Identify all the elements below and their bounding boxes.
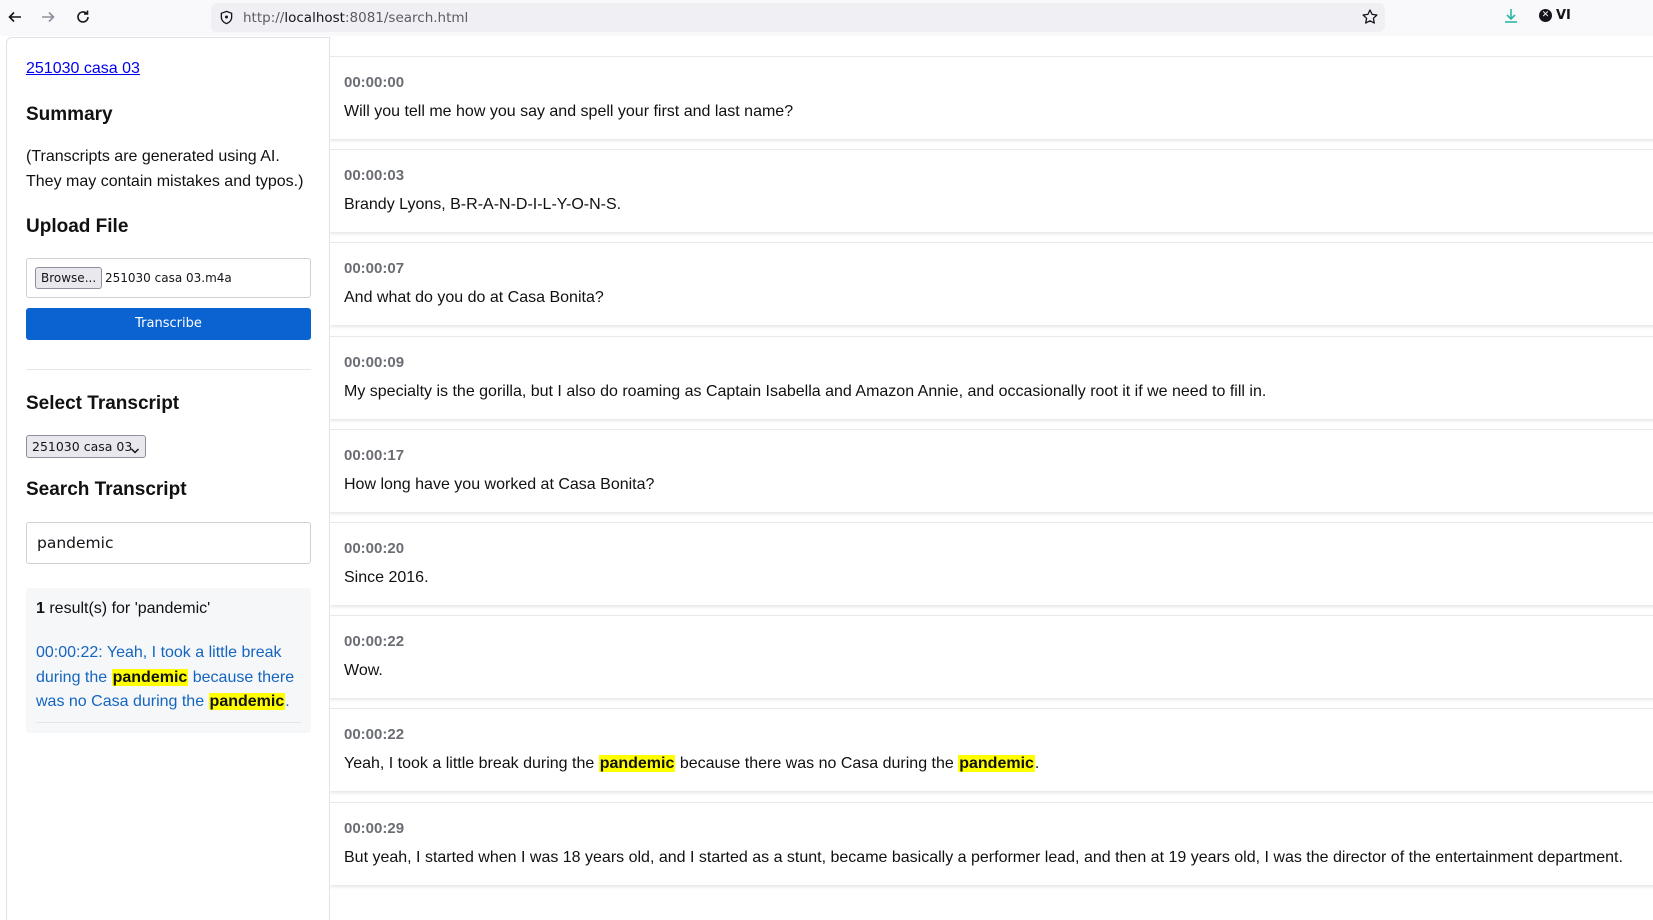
select-transcript-heading: Select Transcript [26,393,180,414]
results-count: 1 result(s) for 'pandemic' [36,600,211,617]
transcript-segment: 00:00:09 My specialty is the gorilla, but… [330,335,1653,419]
reload-icon[interactable] [72,6,94,28]
segment-text: Yeah, I took a little break during the p… [344,755,1039,773]
search-highlight: pandemic [208,693,286,710]
search-result-item[interactable]: 00:00:22: Yeah, I took a little break du… [36,641,306,715]
text-fragment: . [285,693,290,710]
transcript-segment: 00:00:20 Since 2016. [330,522,1653,605]
segment-timestamp: 00:00:07 [344,260,405,278]
segment-text: Since 2016. [344,569,429,587]
segment-text: And what do you do at Casa Bonita? [344,289,604,307]
sidebar: 251030 casa 03 Summary (Transcripts are … [6,37,330,920]
back-icon[interactable] [4,6,26,28]
transcript-select-value: 251030 casa 03 [32,439,133,454]
extension-label: VI [1556,8,1571,23]
segment-timestamp: 00:00:17 [344,446,405,464]
search-heading: Search Transcript [26,479,187,500]
search-input[interactable]: pandemic [26,522,311,564]
summary-heading: Summary [26,104,113,125]
text-fragment: And what do you do at Casa Bonita? [344,289,604,307]
segment-text: How long have you worked at Casa Bonita? [344,476,654,494]
text-fragment: But yeah, I started when I was 18 years … [344,848,1623,866]
transcript-segment: 00:00:22 Wow. [330,615,1653,699]
segment-text: But yeah, I started when I was 18 years … [344,849,1623,867]
transcript-segment: 00:00:17 How long have you worked at Casa… [330,428,1653,512]
text-fragment: Wow. [344,662,383,680]
close-circle-icon: ✕ [1539,9,1552,22]
transcript-segment: 00:00:00 Will you tell me how you say and… [330,56,1653,139]
browser-toolbar: http://localhost:8081/search.html ✕ VI [0,0,1653,36]
text-fragment: Will you tell me how you say and spell y… [344,103,794,120]
search-highlight: pandemic [958,755,1035,773]
segment-timestamp: 00:00:22 [344,633,405,651]
text-fragment: . [1034,755,1040,773]
ai-disclaimer: (Transcripts are generated using AI. The… [26,148,304,190]
transcribe-button[interactable]: Transcribe [26,308,311,340]
text-fragment: Yeah, I took a little break during the [344,755,599,773]
text-fragment: Since 2016. [344,569,429,586]
search-highlight: pandemic [111,668,189,686]
chevron-down-icon [130,441,140,462]
text-fragment: My specialty is the gorilla, but I also … [344,382,1267,400]
transcript-list: 00:00:00 Will you tell me how you say and… [330,37,1653,920]
url-text: http://localhost:8081/search.html [243,10,469,26]
segment-timestamp: 00:00:20 [344,540,405,557]
segment-timestamp: 00:00:03 [344,167,405,185]
browse-button[interactable]: Browse... [35,267,103,289]
download-icon[interactable] [1502,7,1520,30]
segment-text: Will you tell me how you say and spell y… [344,103,793,121]
segment-text: Wow. [344,662,383,680]
divider [36,722,301,723]
search-highlight: pandemic [598,755,676,773]
transcript-select[interactable]: 251030 casa 03 [26,435,146,458]
transcript-segment: 00:00:07 And what do you do at Casa Bonit… [330,242,1653,326]
segment-timestamp: 00:00:29 [344,819,405,837]
segment-text: My specialty is the gorilla, but I also … [344,383,1266,401]
bookmark-star-icon[interactable] [1361,8,1379,31]
forward-icon[interactable] [37,6,59,28]
segment-timestamp: 00:00:22 [344,726,405,744]
file-input[interactable]: Browse... 251030 casa 03.m4a [26,258,311,298]
segment-timestamp: 00:00:09 [344,353,405,371]
shield-icon[interactable] [219,10,234,30]
segment-text: Brandy Lyons, B-R-A-N-D-I-L-Y-O-N-S. [344,196,621,214]
transcript-segment: 00:00:22 Yeah, I took a little break duri… [330,708,1653,792]
search-results: 1 result(s) for 'pandemic' 00:00:22: Yea… [26,588,311,733]
file-link[interactable]: 251030 casa 03 [26,60,140,78]
upload-heading: Upload File [26,216,129,237]
extension-button[interactable]: ✕ VI [1539,8,1571,23]
text-fragment: How long have you worked at Casa Bonita? [344,475,655,493]
selected-file-name: 251030 casa 03.m4a [105,271,232,285]
url-bar[interactable]: http://localhost:8081/search.html [211,3,1385,32]
text-fragment: Brandy Lyons, B-R-A-N-D-I-L-Y-O-N-S. [344,196,622,214]
text-fragment: because there was no Casa during the [675,755,959,773]
transcript-segment: 00:00:29 But yeah, I started when I was 1… [330,801,1653,885]
divider [26,369,311,370]
transcript-segment: 00:00:03 Brandy Lyons, B-R-A-N-D-I-L-Y-O-… [330,149,1653,233]
segment-timestamp: 00:00:00 [344,74,405,91]
